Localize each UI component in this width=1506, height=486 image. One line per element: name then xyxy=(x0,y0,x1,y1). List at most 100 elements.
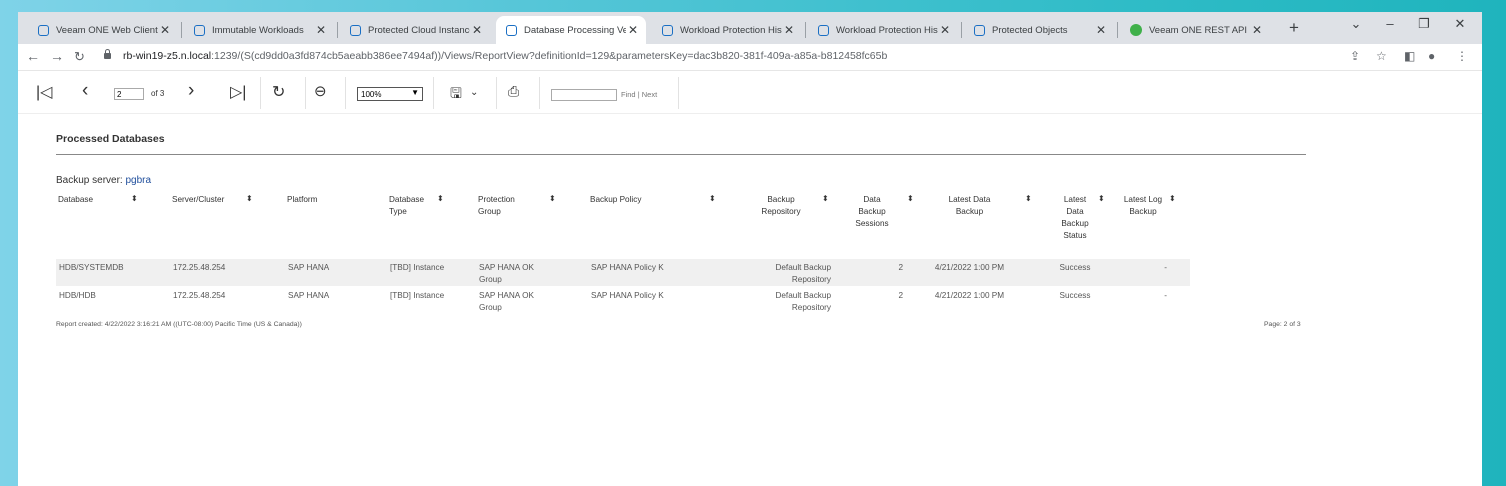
sort-arrows-icon[interactable]: ⬍ xyxy=(1169,194,1176,203)
sort-arrows-icon[interactable]: ⬍ xyxy=(437,194,444,203)
tab-close-icon[interactable]: ✕ xyxy=(314,23,328,37)
browser-tab[interactable]: Immutable Workloads ✕ xyxy=(184,16,334,44)
sort-arrows-icon[interactable]: ⬍ xyxy=(1025,194,1032,203)
minimize-icon[interactable]: – xyxy=(1380,16,1400,31)
table-cell-text: 4/21/2022 1:00 PM xyxy=(934,263,1005,272)
browser-tab[interactable]: Workload Protection Histo ✕ xyxy=(652,16,802,44)
table-cell-text: SAP HANA Policy K xyxy=(591,263,664,272)
browser-tab[interactable]: Protected Objects ✕ xyxy=(964,16,1114,44)
window-close-icon[interactable]: ✕ xyxy=(1450,16,1470,32)
table-cell: 2 xyxy=(783,262,903,274)
url-field[interactable]: rb-win19-z5.n.local:1239/(S(cd9dd0a3fd87… xyxy=(123,50,887,62)
reload-icon[interactable]: ↻ xyxy=(74,49,85,65)
column-header-label: Backup xyxy=(1129,207,1157,216)
forward-icon[interactable]: → xyxy=(50,48,64,64)
profile-avatar-icon[interactable]: ● xyxy=(1428,49,1435,63)
first-page-icon[interactable]: |◁ xyxy=(36,82,52,102)
column-header[interactable]: Latest Log Backup xyxy=(1119,194,1167,218)
zoom-select[interactable]: 100% ▼ xyxy=(357,87,423,101)
export-chevron-icon[interactable]: ⌄ xyxy=(470,87,478,98)
column-header[interactable]: Latest Data Backup xyxy=(918,194,1021,218)
browser-tab[interactable]: Protected Cloud Instances ✕ xyxy=(340,16,490,44)
column-header-label: Repository xyxy=(761,207,801,216)
column-header[interactable]: Platform xyxy=(287,194,317,206)
menu-kebab-icon[interactable]: ⋮ xyxy=(1456,49,1468,63)
lock-icon[interactable] xyxy=(104,49,111,59)
table-cell-text: HDB/SYSTEMDB xyxy=(59,263,124,272)
toolbar-separator xyxy=(496,77,497,109)
new-tab-button[interactable]: + xyxy=(1282,18,1306,38)
api-favicon-icon xyxy=(1130,24,1142,36)
table-cell-text: Group xyxy=(479,303,502,312)
url-host: rb-win19-z5.n.local xyxy=(123,50,212,62)
tab-search-icon[interactable]: ⌄ xyxy=(1346,16,1366,32)
zoom-value: 100% xyxy=(361,89,382,99)
table-cell: 2 xyxy=(783,290,903,302)
table-cell-text: 4/21/2022 1:00 PM xyxy=(934,291,1005,300)
tab-title: Workload Protection Histo xyxy=(680,24,782,36)
page-number-input[interactable] xyxy=(114,88,144,100)
column-header-label: Data xyxy=(863,195,881,204)
tab-close-icon[interactable]: ✕ xyxy=(626,23,640,37)
column-header-label: Platform xyxy=(287,195,318,204)
find-link[interactable]: Find xyxy=(621,90,636,99)
tab-close-icon[interactable]: ✕ xyxy=(1250,23,1264,37)
find-input[interactable] xyxy=(551,89,617,101)
restore-icon[interactable]: ❐ xyxy=(1414,16,1434,32)
tab-separator xyxy=(181,22,182,38)
toolbar-separator xyxy=(678,77,679,109)
column-header[interactable]: Protection Group xyxy=(478,194,515,218)
column-header[interactable]: Data Backup Sessions xyxy=(841,194,903,230)
last-page-icon[interactable]: ▷| xyxy=(230,82,246,102)
table-cell: 172.25.48.254 xyxy=(173,262,225,274)
column-header-label: Latest Log xyxy=(1123,195,1163,204)
tab-title: Veeam ONE Web Client xyxy=(56,24,158,36)
column-header-label: Type xyxy=(389,207,407,216)
back-icon[interactable]: ← xyxy=(26,48,40,64)
url-path: :1239/(S(cd9dd0a3fd874cb5aeabb386ee7494a… xyxy=(211,50,888,62)
column-header[interactable]: Database Type xyxy=(389,194,424,218)
sort-arrows-icon[interactable]: ⬍ xyxy=(1098,194,1105,203)
next-link[interactable]: Next xyxy=(642,90,657,99)
sort-arrows-icon[interactable]: ⬍ xyxy=(246,194,253,203)
sort-arrows-icon[interactable]: ⬍ xyxy=(907,194,914,203)
sort-arrows-icon[interactable]: ⬍ xyxy=(822,194,829,203)
column-header-label: Database xyxy=(389,195,425,204)
table-cell: SAP HANA Policy K xyxy=(591,262,664,274)
tab-separator xyxy=(337,22,338,38)
column-header-label: Group xyxy=(478,207,501,216)
tab-close-icon[interactable]: ✕ xyxy=(470,23,484,37)
tab-close-icon[interactable]: ✕ xyxy=(1094,23,1108,37)
sort-arrows-icon[interactable]: ⬍ xyxy=(131,194,138,203)
table-cell-text: SAP HANA Policy K xyxy=(591,291,664,300)
column-header[interactable]: Latest Data Backup Status xyxy=(1055,194,1095,242)
share-icon[interactable]: ⇪ xyxy=(1350,49,1360,63)
tab-close-icon[interactable]: ✕ xyxy=(938,23,952,37)
next-page-icon[interactable]: › xyxy=(188,80,194,102)
toolbar-separator xyxy=(345,77,346,109)
column-header-label: Backup xyxy=(858,207,886,216)
save-export-icon[interactable]: 🖫 xyxy=(450,83,462,107)
column-header[interactable]: Backup Repository xyxy=(731,194,831,218)
sort-arrows-icon[interactable]: ⬍ xyxy=(549,194,556,203)
veeam-favicon-icon xyxy=(350,24,361,36)
browser-window: Veeam ONE Web Client ✕ Immutable Workloads… xyxy=(18,12,1482,486)
browser-tab[interactable]: Workload Protection Histo ✕ xyxy=(808,16,958,44)
browser-tab[interactable]: Veeam ONE REST API ✕ xyxy=(1120,16,1270,44)
table-cell-text: Repository xyxy=(791,275,831,284)
bookmark-star-icon[interactable]: ☆ xyxy=(1376,49,1387,63)
side-panel-icon[interactable]: ◧ xyxy=(1404,49,1415,63)
column-header[interactable]: Database xyxy=(58,194,93,206)
table-cell-text: Group xyxy=(479,275,502,284)
back-to-parent-icon[interactable]: ⊖ xyxy=(314,82,327,100)
refresh-icon[interactable]: ↻ xyxy=(272,82,285,102)
sort-arrows-icon[interactable]: ⬍ xyxy=(709,194,716,203)
previous-page-icon[interactable]: ‹ xyxy=(82,80,88,102)
print-icon[interactable]: ⎙ xyxy=(508,83,519,100)
tab-close-icon[interactable]: ✕ xyxy=(782,23,796,37)
browser-tab[interactable]: Database Processing Verifi✕ xyxy=(496,16,646,44)
tab-close-icon[interactable]: ✕ xyxy=(158,23,172,37)
column-header[interactable]: Server/Cluster xyxy=(172,194,224,206)
column-header[interactable]: Backup Policy xyxy=(590,194,641,206)
browser-tab[interactable]: Veeam ONE Web Client ✕ xyxy=(28,16,178,44)
